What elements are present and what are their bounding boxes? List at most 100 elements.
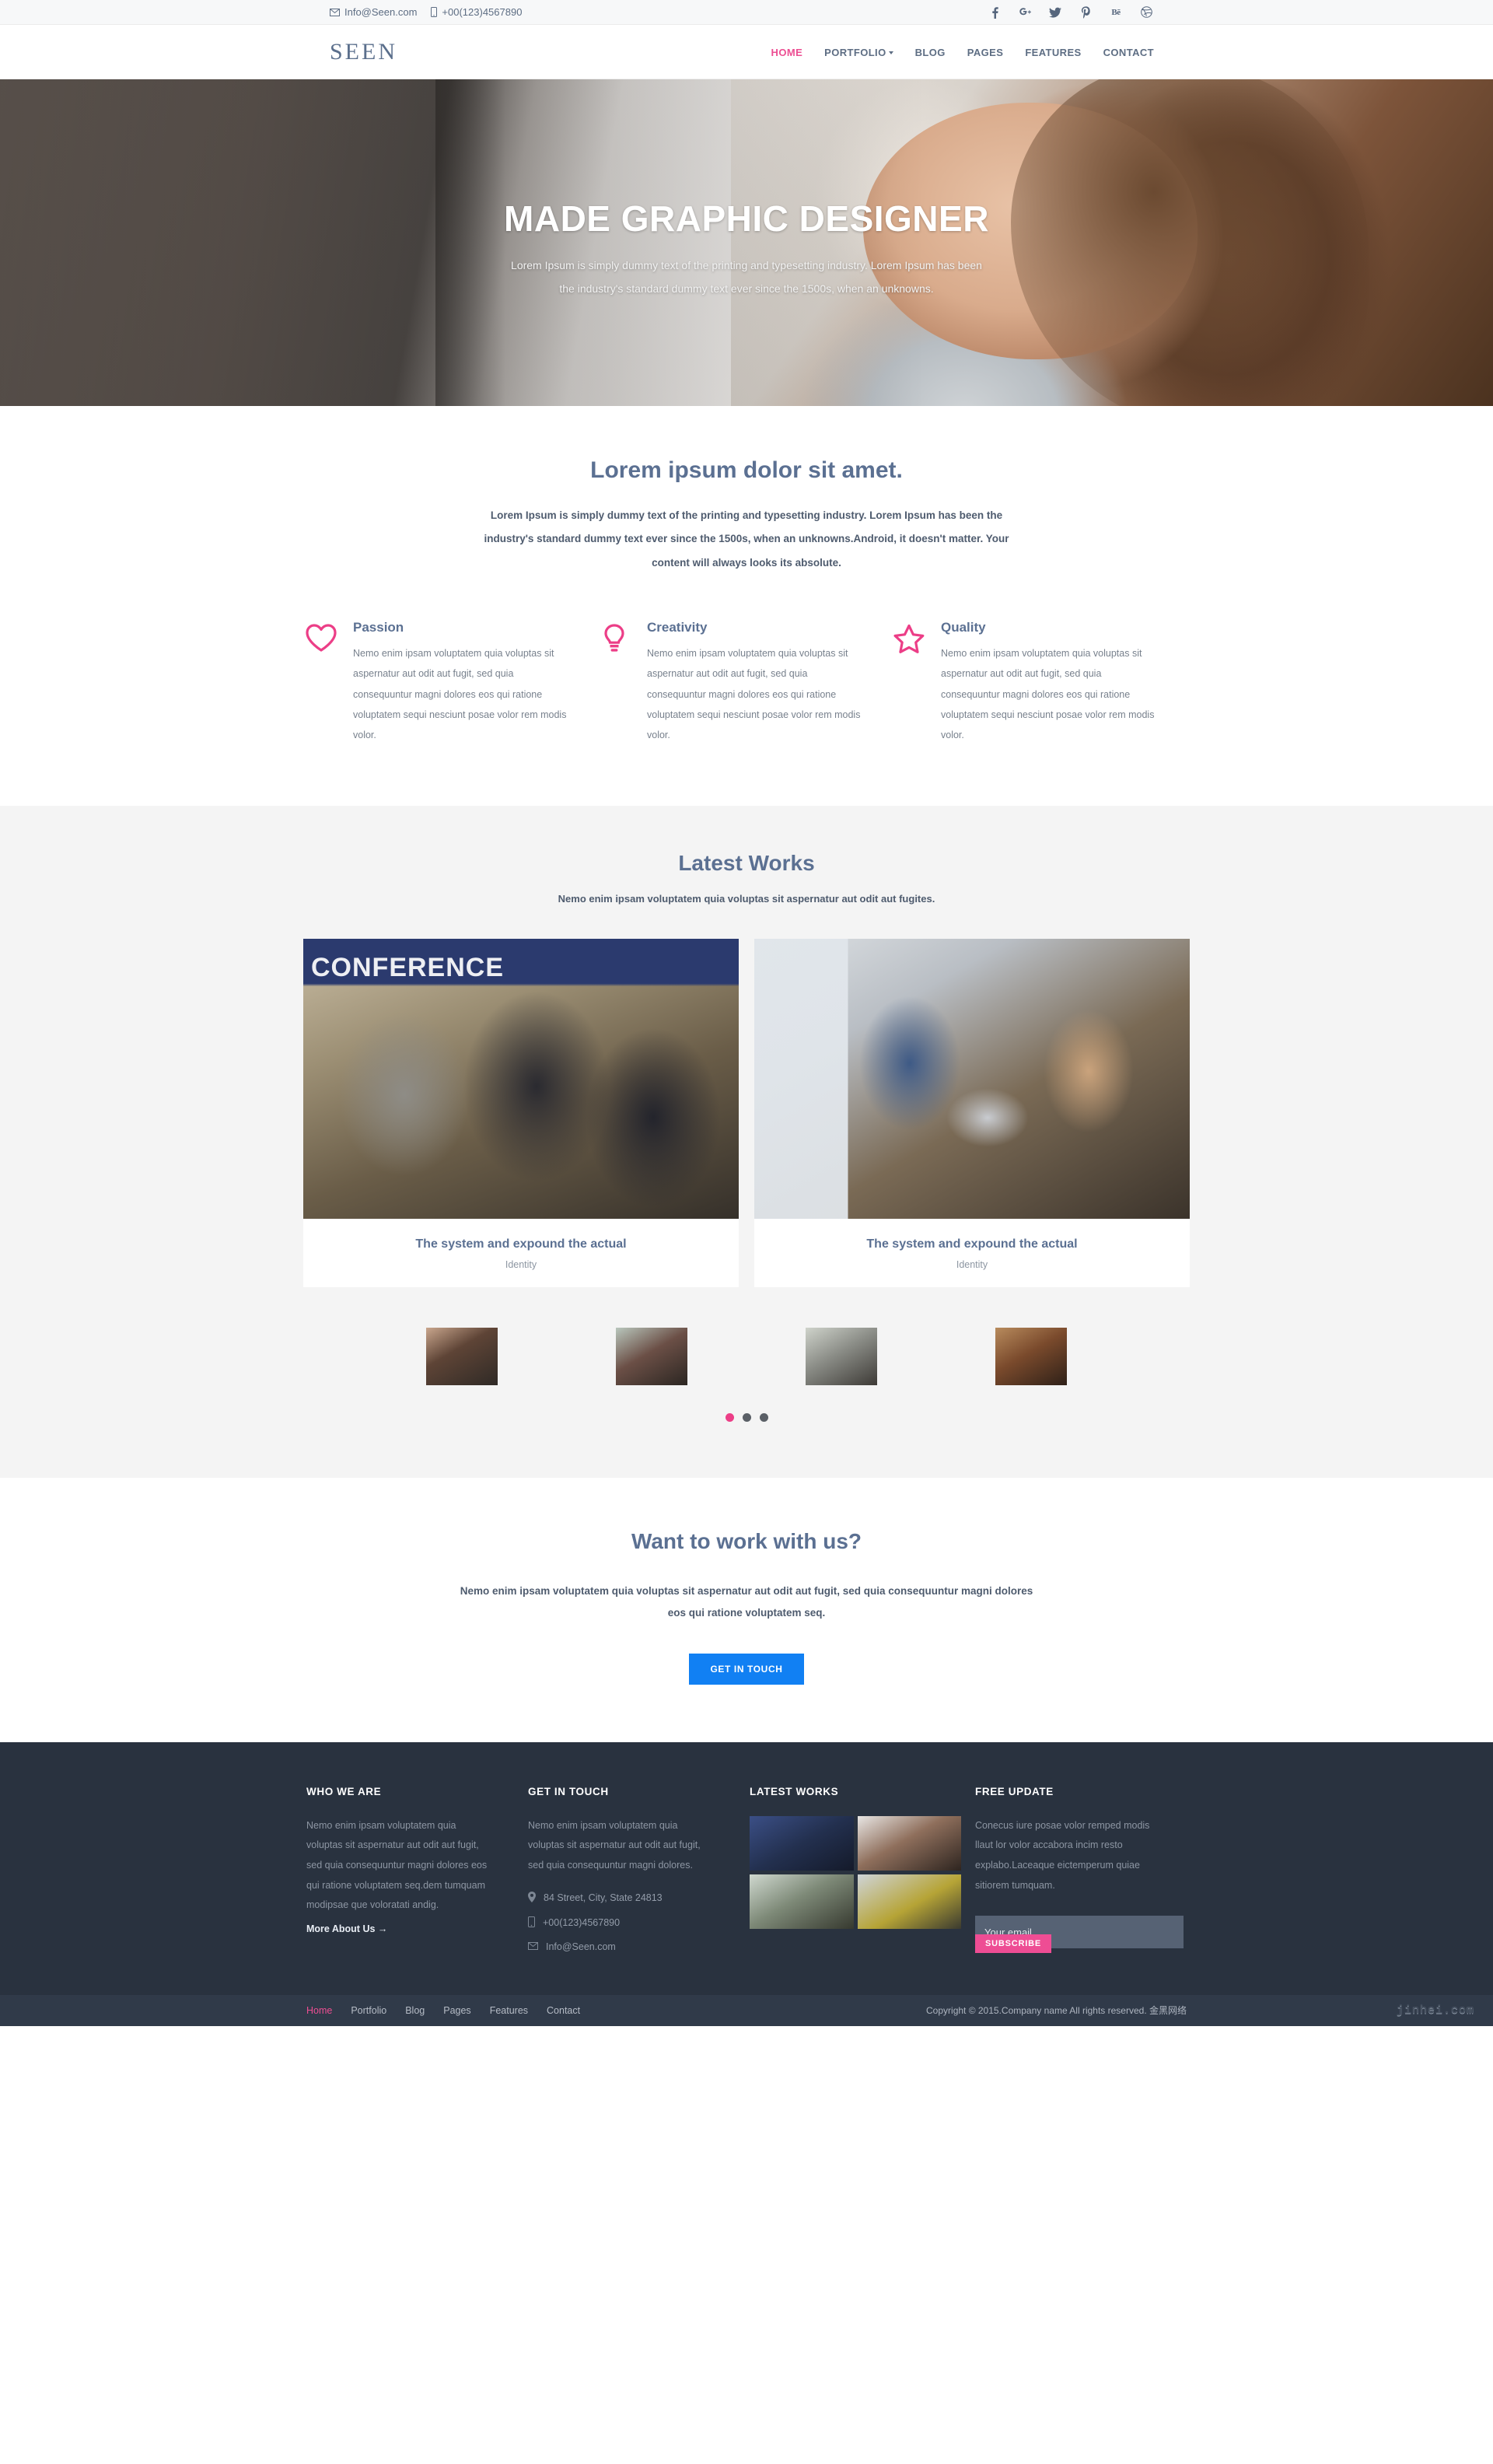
feature-text: Nemo enim ipsam voluptatem quia voluptas… [647,648,861,741]
envelope-icon [330,8,340,16]
feature-creativity: Creativity Nemo enim ipsam voluptatem qu… [599,620,893,745]
footer-nav-item-portfolio[interactable]: Portfolio [351,2005,386,2016]
footer-nav-item-pages[interactable]: Pages [443,2005,470,2016]
intro-body: Lorem Ipsum is simply dummy text of the … [484,509,1009,569]
hero-subtitle: Lorem Ipsum is simply dummy text of the … [420,254,1073,300]
portfolio-thumbnail[interactable] [616,1328,687,1386]
hero-subtitle-line-1: Lorem Ipsum is simply dummy text of the … [511,259,982,271]
footer-thumbnail[interactable] [750,1874,854,1929]
carousel-pagination [295,1413,1198,1423]
footer-phone: +00(123)4567890 [528,1916,711,1930]
portfolio-card-image[interactable] [303,939,739,1220]
cta-heading: Want to work with us? [631,1529,862,1554]
feature-text: Nemo enim ipsam voluptatem quia voluptas… [941,648,1155,741]
footer-nav-item-features[interactable]: Features [490,2005,528,2016]
social-links: Bē [988,5,1152,19]
top-bar-email[interactable]: Info@Seen.com [330,6,417,18]
nav-item-pages[interactable]: PAGES [956,47,1015,58]
nav-label: HOME [771,46,803,58]
top-bar-phone-text: +00(123)4567890 [442,6,523,18]
portfolio-card-category: Identity [956,1259,988,1271]
map-pin-icon [528,1891,536,1905]
subscribe-button[interactable]: SUBSCRIBE [975,1934,1051,1954]
feature-title: Passion [353,620,404,635]
footer-thumbnail[interactable] [857,1815,961,1871]
nav-label: CONTACT [1103,46,1154,58]
hero-subtitle-line-2: the industry's standard dummy text ever … [559,282,934,296]
portfolio-card[interactable]: The system and expound the actual Identi… [754,939,1190,1288]
hero-banner: MADE GRAPHIC DESIGNER Lorem Ipsum is sim… [0,79,1493,406]
site-logo[interactable]: SEEN [330,39,397,65]
envelope-icon [528,1941,538,1952]
nav-label: FEATURES [1025,46,1082,58]
nav-item-features[interactable]: FEATURES [1014,47,1092,58]
carousel-dot[interactable] [742,1413,751,1423]
main-navigation: HOME PORTFOLIO BLOG PAGES FEATURES CONTA… [760,47,1165,58]
behance-icon[interactable]: Bē [1110,6,1122,19]
feature-title: Quality [941,620,986,635]
pinterest-icon[interactable] [1079,5,1092,19]
footer-nav-item-blog[interactable]: Blog [405,2005,425,2016]
portfolio-card-list: The system and expound the actual Identi… [295,939,1198,1288]
portfolio-thumbnail[interactable] [995,1328,1067,1386]
footer-thumbnail[interactable] [750,1815,854,1871]
google-plus-icon[interactable] [1019,6,1031,19]
copyright-text: Copyright © 2015.Company name All rights… [926,2005,1187,2017]
nav-item-home[interactable]: HOME [760,47,814,58]
star-icon [893,620,928,745]
footer-thumbnail-grid [750,1815,961,1929]
footer-address-text: 84 Street, City, State 24813 [544,1892,663,1904]
more-about-us-link[interactable]: More About Us → [306,1923,489,1934]
portfolio-card[interactable]: The system and expound the actual Identi… [303,939,739,1288]
nav-item-blog[interactable]: BLOG [904,47,956,58]
site-header: SEEN HOME PORTFOLIO BLOG PAGES FEATURES … [0,25,1493,79]
heart-icon [305,620,341,745]
get-in-touch-button[interactable]: GET IN TOUCH [688,1653,805,1685]
latest-works-section: Latest Works Nemo enim ipsam voluptatem … [0,806,1493,1479]
nav-item-portfolio[interactable]: PORTFOLIO [813,47,904,58]
footer-heading: FREE UPDATE [975,1785,1054,1797]
dribbble-icon[interactable] [1140,6,1152,19]
portfolio-thumbnail[interactable] [426,1328,498,1386]
footer-get-in-touch: GET IN TOUCH Nemo enim ipsam voluptatem … [528,1786,750,1964]
portfolio-card-title: The system and expound the actual [866,1237,1078,1251]
facebook-icon[interactable] [988,6,1001,19]
carousel-dot[interactable] [759,1413,768,1423]
feature-title: Creativity [647,620,708,635]
features-section: Passion Nemo enim ipsam voluptatem quia … [0,575,1493,807]
intro-heading: Lorem ipsum dolor sit amet. [590,457,903,483]
footer-thumbnail[interactable] [857,1874,961,1929]
top-bar: Info@Seen.com +00(123)4567890 Bē [0,0,1493,25]
nav-label: PORTFOLIO [824,46,886,58]
top-bar-contact: Info@Seen.com +00(123)4567890 [330,6,522,18]
twitter-icon[interactable] [1049,6,1061,19]
footer-heading: LATEST WORKS [750,1785,839,1797]
mobile-icon [528,1916,535,1930]
footer-phone-text: +00(123)4567890 [543,1917,621,1929]
footer-address: 84 Street, City, State 24813 [528,1891,711,1905]
hero-title: MADE GRAPHIC DESIGNER [504,198,989,239]
lightbulb-icon [599,620,635,745]
footer-nav-item-home[interactable]: Home [306,2005,332,2016]
top-bar-email-text: Info@Seen.com [344,6,418,18]
portfolio-thumbnail-strip [295,1328,1198,1386]
call-to-action-section: Want to work with us? Nemo enim ipsam vo… [0,1478,1493,1742]
watermark: jinhei.com [1396,2004,1474,2018]
nav-item-contact[interactable]: CONTACT [1093,47,1165,58]
feature-quality: Quality Nemo enim ipsam voluptatem quia … [893,620,1187,745]
footer-who-we-are: WHO WE ARE Nemo enim ipsam voluptatem qu… [306,1786,528,1964]
intro-section: Lorem ipsum dolor sit amet. Lorem Ipsum … [0,406,1493,576]
portfolio-card-image[interactable] [754,939,1190,1220]
site-footer: WHO WE ARE Nemo enim ipsam voluptatem qu… [0,1741,1493,1995]
footer-free-update: FREE UPDATE Conecus iure posae volor rem… [975,1786,1197,1964]
footer-heading: WHO WE ARE [306,1785,382,1797]
footer-text: Nemo enim ipsam voluptatem quia voluptas… [528,1819,701,1871]
footer-email: Info@Seen.com [528,1941,711,1952]
footer-nav-item-contact[interactable]: Contact [547,2005,580,2016]
portfolio-thumbnail[interactable] [806,1328,877,1386]
top-bar-phone[interactable]: +00(123)4567890 [431,6,522,18]
carousel-dot-active[interactable] [725,1413,734,1423]
footer-text: Nemo enim ipsam voluptatem quia voluptas… [306,1819,488,1911]
cta-body: Nemo enim ipsam voluptatem quia voluptas… [460,1585,1033,1619]
feature-passion: Passion Nemo enim ipsam voluptatem quia … [305,620,599,745]
